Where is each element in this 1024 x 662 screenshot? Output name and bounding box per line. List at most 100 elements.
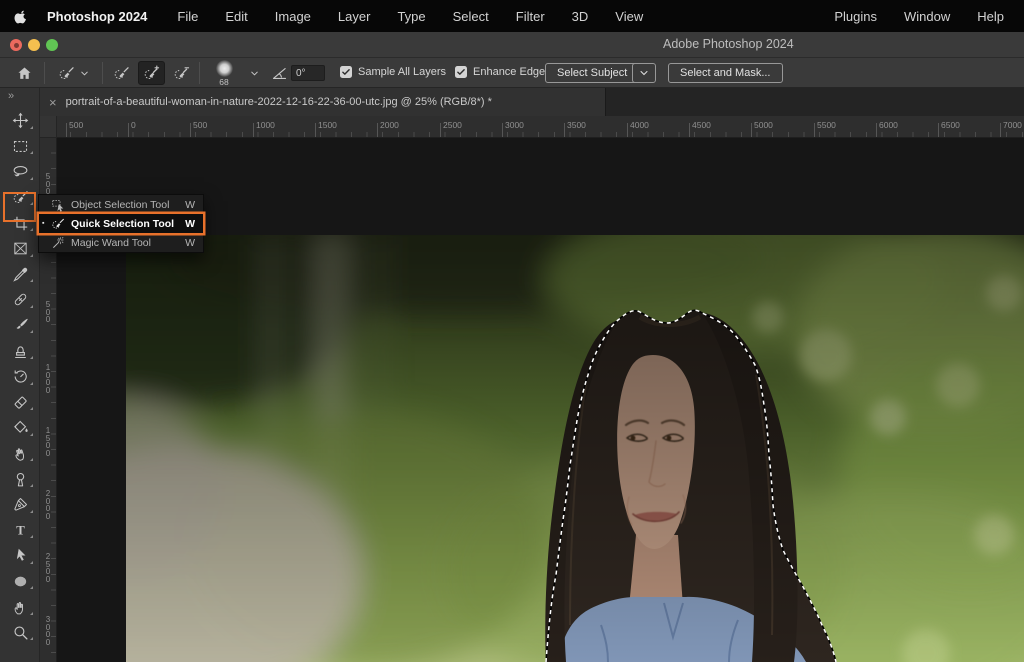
- menu-item-filter[interactable]: Filter: [516, 9, 545, 24]
- ruler-tick: [66, 123, 67, 137]
- tool-lasso[interactable]: [0, 159, 40, 185]
- select-subject-button[interactable]: Select Subject: [545, 63, 639, 83]
- menu-item-window[interactable]: Window: [904, 9, 950, 24]
- ruler-label: 5000: [754, 120, 773, 130]
- tool-history-brush[interactable]: [0, 364, 40, 390]
- tool-path-selection[interactable]: [0, 543, 40, 569]
- tool-rectangular-marquee[interactable]: [0, 134, 40, 160]
- menu-item-type[interactable]: Type: [397, 9, 425, 24]
- tool-zoom[interactable]: [0, 620, 40, 646]
- tool-flyout-menu: Object Selection ToolW▪Quick Selection T…: [38, 194, 204, 253]
- frame-icon: [12, 240, 29, 257]
- zoom-window-button[interactable]: [46, 39, 58, 51]
- brush-size-value: 68: [219, 77, 228, 87]
- select-subject-dropdown[interactable]: [632, 63, 656, 83]
- ruler-tick: [938, 123, 939, 137]
- ruler-label: 500: [43, 301, 53, 324]
- ruler-tick: [627, 123, 628, 137]
- ruler-label: 6000: [879, 120, 898, 130]
- brush-options-dropdown[interactable]: [246, 65, 262, 81]
- sample-all-layers-checkbox-group[interactable]: Sample All Layers: [340, 66, 446, 78]
- flyout-item-object-selection-tool[interactable]: Object Selection ToolW: [39, 195, 203, 214]
- enhance-edge-checkbox-group[interactable]: Enhance Edge: [455, 66, 545, 78]
- tool-preset-picker[interactable]: [52, 61, 96, 85]
- tool-pen[interactable]: [0, 492, 40, 518]
- chevron-down-icon: [249, 68, 260, 79]
- sample-all-layers-label: Sample All Layers: [358, 66, 446, 78]
- rectangular-marquee-icon: [12, 138, 29, 155]
- ruler-tick: [876, 123, 877, 137]
- ruler-tick: [377, 123, 378, 137]
- ruler-label: 2000: [380, 120, 399, 130]
- new-selection-mode-button[interactable]: [108, 61, 135, 85]
- menu-item-layer[interactable]: Layer: [338, 9, 371, 24]
- selected-tool-bullet: ▪: [42, 220, 51, 227]
- flyout-item-label: Object Selection Tool: [71, 199, 185, 211]
- ruler-label: 1500: [43, 427, 53, 457]
- subtract-from-selection-mode-button[interactable]: [168, 61, 195, 85]
- collapse-tools-button[interactable]: »: [0, 88, 39, 108]
- menu-item-select[interactable]: Select: [453, 9, 489, 24]
- select-and-mask-button[interactable]: Select and Mask...: [668, 63, 783, 83]
- menu-items: File Edit Image Layer Type Select Filter 3D View: [177, 9, 670, 24]
- tool-frame[interactable]: [0, 236, 40, 262]
- add-to-selection-mode-button[interactable]: [138, 61, 165, 85]
- minimize-window-button[interactable]: [28, 39, 40, 51]
- apple-menu[interactable]: [14, 8, 29, 25]
- tool-type[interactable]: [0, 518, 40, 544]
- menu-item-image[interactable]: Image: [275, 9, 311, 24]
- ruler-corner: [40, 116, 57, 138]
- check-icon: [456, 67, 466, 77]
- tool-dodge[interactable]: [0, 466, 40, 492]
- home-icon: [16, 65, 33, 82]
- tool-paint-bucket[interactable]: [0, 415, 40, 441]
- chevron-down-icon: [79, 68, 90, 79]
- flyout-item-quick-selection-tool[interactable]: ▪Quick Selection ToolW: [39, 214, 203, 233]
- eyedropper-icon: [12, 266, 29, 283]
- horizontal-ruler: 5000500100015002000250030003500400045005…: [40, 116, 1024, 138]
- ruler-tick: [190, 123, 191, 137]
- type-icon: [12, 522, 29, 539]
- close-window-button[interactable]: [10, 39, 22, 51]
- close-tab-icon[interactable]: ×: [49, 95, 57, 110]
- document-tab[interactable]: × portrait-of-a-beautiful-woman-in-natur…: [40, 88, 606, 116]
- flyout-item-magic-wand-tool[interactable]: Magic Wand ToolW: [39, 233, 203, 252]
- check-icon: [341, 67, 351, 77]
- ruler-label: 1000: [43, 364, 53, 394]
- brush-angle-input[interactable]: [291, 65, 325, 81]
- ruler-label: 2000: [43, 490, 53, 520]
- brush-size-picker[interactable]: 68: [204, 59, 244, 87]
- tool-hand[interactable]: [0, 594, 40, 620]
- enhance-edge-checkbox[interactable]: [455, 66, 467, 78]
- menu-item-edit[interactable]: Edit: [225, 9, 247, 24]
- ruler-label: 3500: [567, 120, 586, 130]
- tool-spot-healing-brush[interactable]: [0, 287, 40, 313]
- window-title-bar[interactable]: Adobe Photoshop 2024: [0, 32, 1024, 58]
- ruler-label: 2500: [43, 553, 53, 583]
- menu-item-plugins[interactable]: Plugins: [834, 9, 877, 24]
- tool-eraser[interactable]: [0, 390, 40, 416]
- ruler-label: 3000: [505, 120, 524, 130]
- object-selection-icon: [51, 198, 67, 212]
- tool-ellipse-shape[interactable]: [0, 569, 40, 595]
- app-menu-title[interactable]: Photoshop 2024: [47, 9, 147, 24]
- tool-brush[interactable]: [0, 313, 40, 339]
- canvas-photo[interactable]: [126, 235, 1024, 662]
- add-to-selection-icon: [143, 65, 160, 82]
- flyout-item-shortcut: W: [185, 199, 195, 211]
- tool-clone-stamp[interactable]: [0, 338, 40, 364]
- home-button[interactable]: [10, 61, 38, 85]
- sample-all-layers-checkbox[interactable]: [340, 66, 352, 78]
- quick-selection-icon: [58, 65, 75, 82]
- tool-move[interactable]: [0, 108, 40, 134]
- menu-item-file[interactable]: File: [177, 9, 198, 24]
- menu-item-3d[interactable]: 3D: [572, 9, 589, 24]
- ruler-tick: [315, 123, 316, 137]
- pen-icon: [12, 496, 29, 513]
- menu-item-help[interactable]: Help: [977, 9, 1004, 24]
- tool-smudge[interactable]: [0, 441, 40, 467]
- window-title: Adobe Photoshop 2024: [663, 37, 794, 51]
- menu-item-view[interactable]: View: [615, 9, 643, 24]
- ruler-label: 1000: [256, 120, 275, 130]
- tool-eyedropper[interactable]: [0, 262, 40, 288]
